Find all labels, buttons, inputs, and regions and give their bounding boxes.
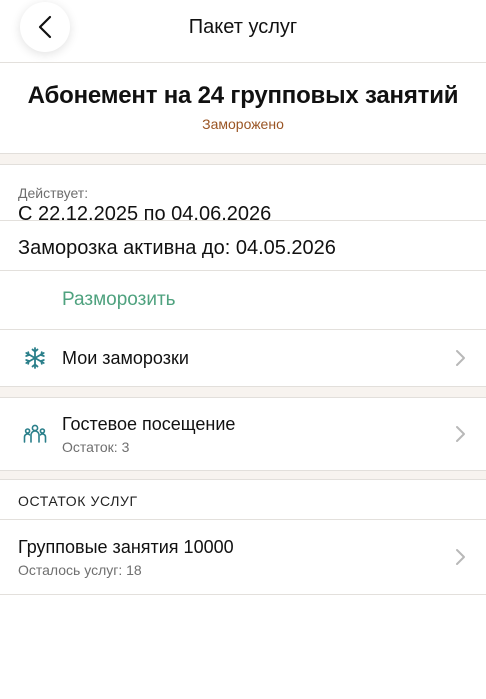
service-remaining: Осталось услуг: 18	[18, 561, 142, 578]
chevron-right-icon	[456, 549, 465, 565]
page-title: Пакет услуг	[188, 16, 298, 38]
package-status-badge: Заморожено	[202, 116, 284, 132]
section-divider	[0, 470, 486, 480]
services-section-title: ОСТАТОК УСЛУГ	[0, 480, 486, 520]
chevron-right-icon	[456, 350, 465, 366]
my-freezes-label: Мои заморозки	[62, 347, 189, 368]
chevron-right-icon	[456, 426, 465, 442]
section-divider	[0, 386, 486, 398]
group-people-icon	[23, 424, 47, 443]
validity-label: Действует:	[18, 185, 89, 201]
guest-visit-remaining: Остаток: 3	[62, 438, 130, 455]
guest-visit-item[interactable]: Гостевое посещение Остаток: 3	[0, 398, 486, 470]
service-item[interactable]: Групповые занятия 10000 Осталось услуг: …	[0, 520, 486, 595]
guest-visit-label: Гостевое посещение	[62, 413, 236, 434]
section-divider	[0, 153, 486, 165]
freeze-active-until: Заморозка активна до: 04.05.2026	[0, 221, 486, 271]
snowflake-icon	[25, 347, 45, 369]
package-summary: Абонемент на 24 групповых занятий Заморо…	[0, 63, 486, 153]
top-bar: Пакет услуг	[0, 0, 486, 63]
service-title: Групповые занятия 10000	[18, 536, 234, 557]
my-freezes-item[interactable]: Мои заморозки	[0, 330, 486, 386]
package-title: Абонемент на 24 групповых занятий	[27, 82, 459, 109]
unfreeze-button[interactable]: Разморозить	[0, 271, 486, 330]
validity-block: Действует: С 22.12.2025 по 04.06.2026	[0, 165, 486, 225]
